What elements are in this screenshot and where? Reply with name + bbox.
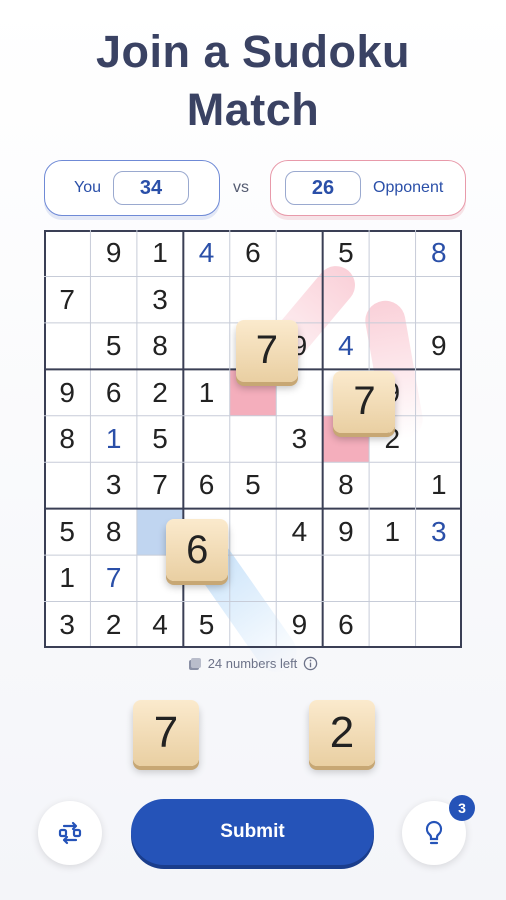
opponent-label: Opponent bbox=[373, 179, 444, 196]
player-label: You bbox=[74, 179, 101, 196]
hint-count-badge: 3 bbox=[449, 795, 475, 821]
submit-button[interactable]: Submit bbox=[131, 799, 374, 865]
opponent-score-card: 26 Opponent bbox=[270, 160, 466, 216]
swap-icon bbox=[58, 821, 82, 845]
numbers-left-row: 24 numbers left bbox=[0, 656, 506, 671]
player-score: 34 bbox=[113, 171, 189, 205]
tray-tile[interactable]: 7 bbox=[133, 700, 199, 766]
player-score-card: You 34 bbox=[44, 160, 220, 216]
swap-button[interactable] bbox=[38, 801, 102, 865]
dragging-number-tile[interactable]: 7 bbox=[333, 370, 396, 433]
grid-lines bbox=[44, 230, 462, 648]
numbers-left-text: 24 numbers left bbox=[207, 656, 298, 671]
dragging-number-tile[interactable]: 7 bbox=[235, 319, 298, 382]
page-title-line1: Join a Sudoku bbox=[95, 26, 411, 77]
lightbulb-icon bbox=[425, 820, 443, 845]
versus-label: vs bbox=[233, 179, 249, 196]
page-title-line2: Match bbox=[186, 84, 320, 135]
info-icon[interactable] bbox=[303, 656, 318, 671]
tray-tile[interactable]: 2 bbox=[309, 700, 375, 766]
sudoku-board[interactable]: 9146587358949962198153237658158749131732… bbox=[44, 230, 462, 680]
dragging-number-tile[interactable]: 6 bbox=[166, 519, 229, 582]
opponent-score: 26 bbox=[285, 171, 361, 205]
tile-stack-icon bbox=[188, 657, 201, 670]
